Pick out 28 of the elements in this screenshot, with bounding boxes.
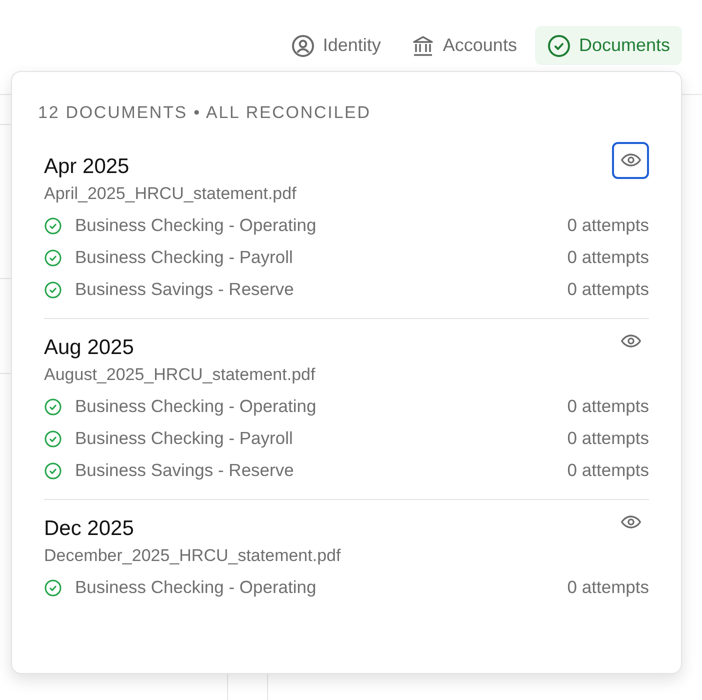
attempts-count: 0 attempts: [567, 576, 649, 600]
document-period: Aug 2025: [44, 334, 135, 360]
bank-icon: [410, 34, 435, 58]
attempts-count: 0 attempts: [567, 427, 649, 450]
account-name: Business Checking - Payroll: [75, 427, 293, 450]
document-period: Apr 2025: [44, 154, 130, 180]
attempts-count: 0 attempts: [567, 214, 649, 238]
account-name: Business Checking - Operating: [75, 214, 316, 238]
tab[interactable]: Accounts: [398, 26, 529, 65]
account-name: Business Checking - Operating: [75, 395, 316, 418]
tab[interactable]: Identity: [278, 26, 393, 65]
account-name: Business Savings - Reserve: [75, 278, 294, 302]
view-button[interactable]: [612, 142, 649, 178]
attempts-count: 0 attempts: [567, 395, 649, 418]
check-circle-icon: [546, 34, 571, 58]
attempts-count: 0 attempts: [567, 246, 649, 270]
document-period: Dec 2025: [44, 516, 135, 542]
attempts-count: 0 attempts: [567, 278, 649, 302]
document-filename: December_2025_HRCU_statement.pdf: [44, 544, 341, 566]
attempts-count: 0 attempts: [567, 459, 649, 482]
person-circle-icon: [290, 34, 315, 58]
account-name: Business Savings - Reserve: [75, 459, 294, 482]
account-name: Business Checking - Operating: [75, 576, 316, 600]
document-filename: August_2025_HRCU_statement.pdf: [44, 364, 316, 386]
account-name: Business Checking - Payroll: [75, 246, 293, 270]
tab[interactable]: Documents: [534, 26, 682, 65]
documents-summary: 12 DOCUMENTS • ALL RECONCILED: [38, 102, 372, 124]
document-filename: April_2025_HRCU_statement.pdf: [44, 182, 296, 204]
